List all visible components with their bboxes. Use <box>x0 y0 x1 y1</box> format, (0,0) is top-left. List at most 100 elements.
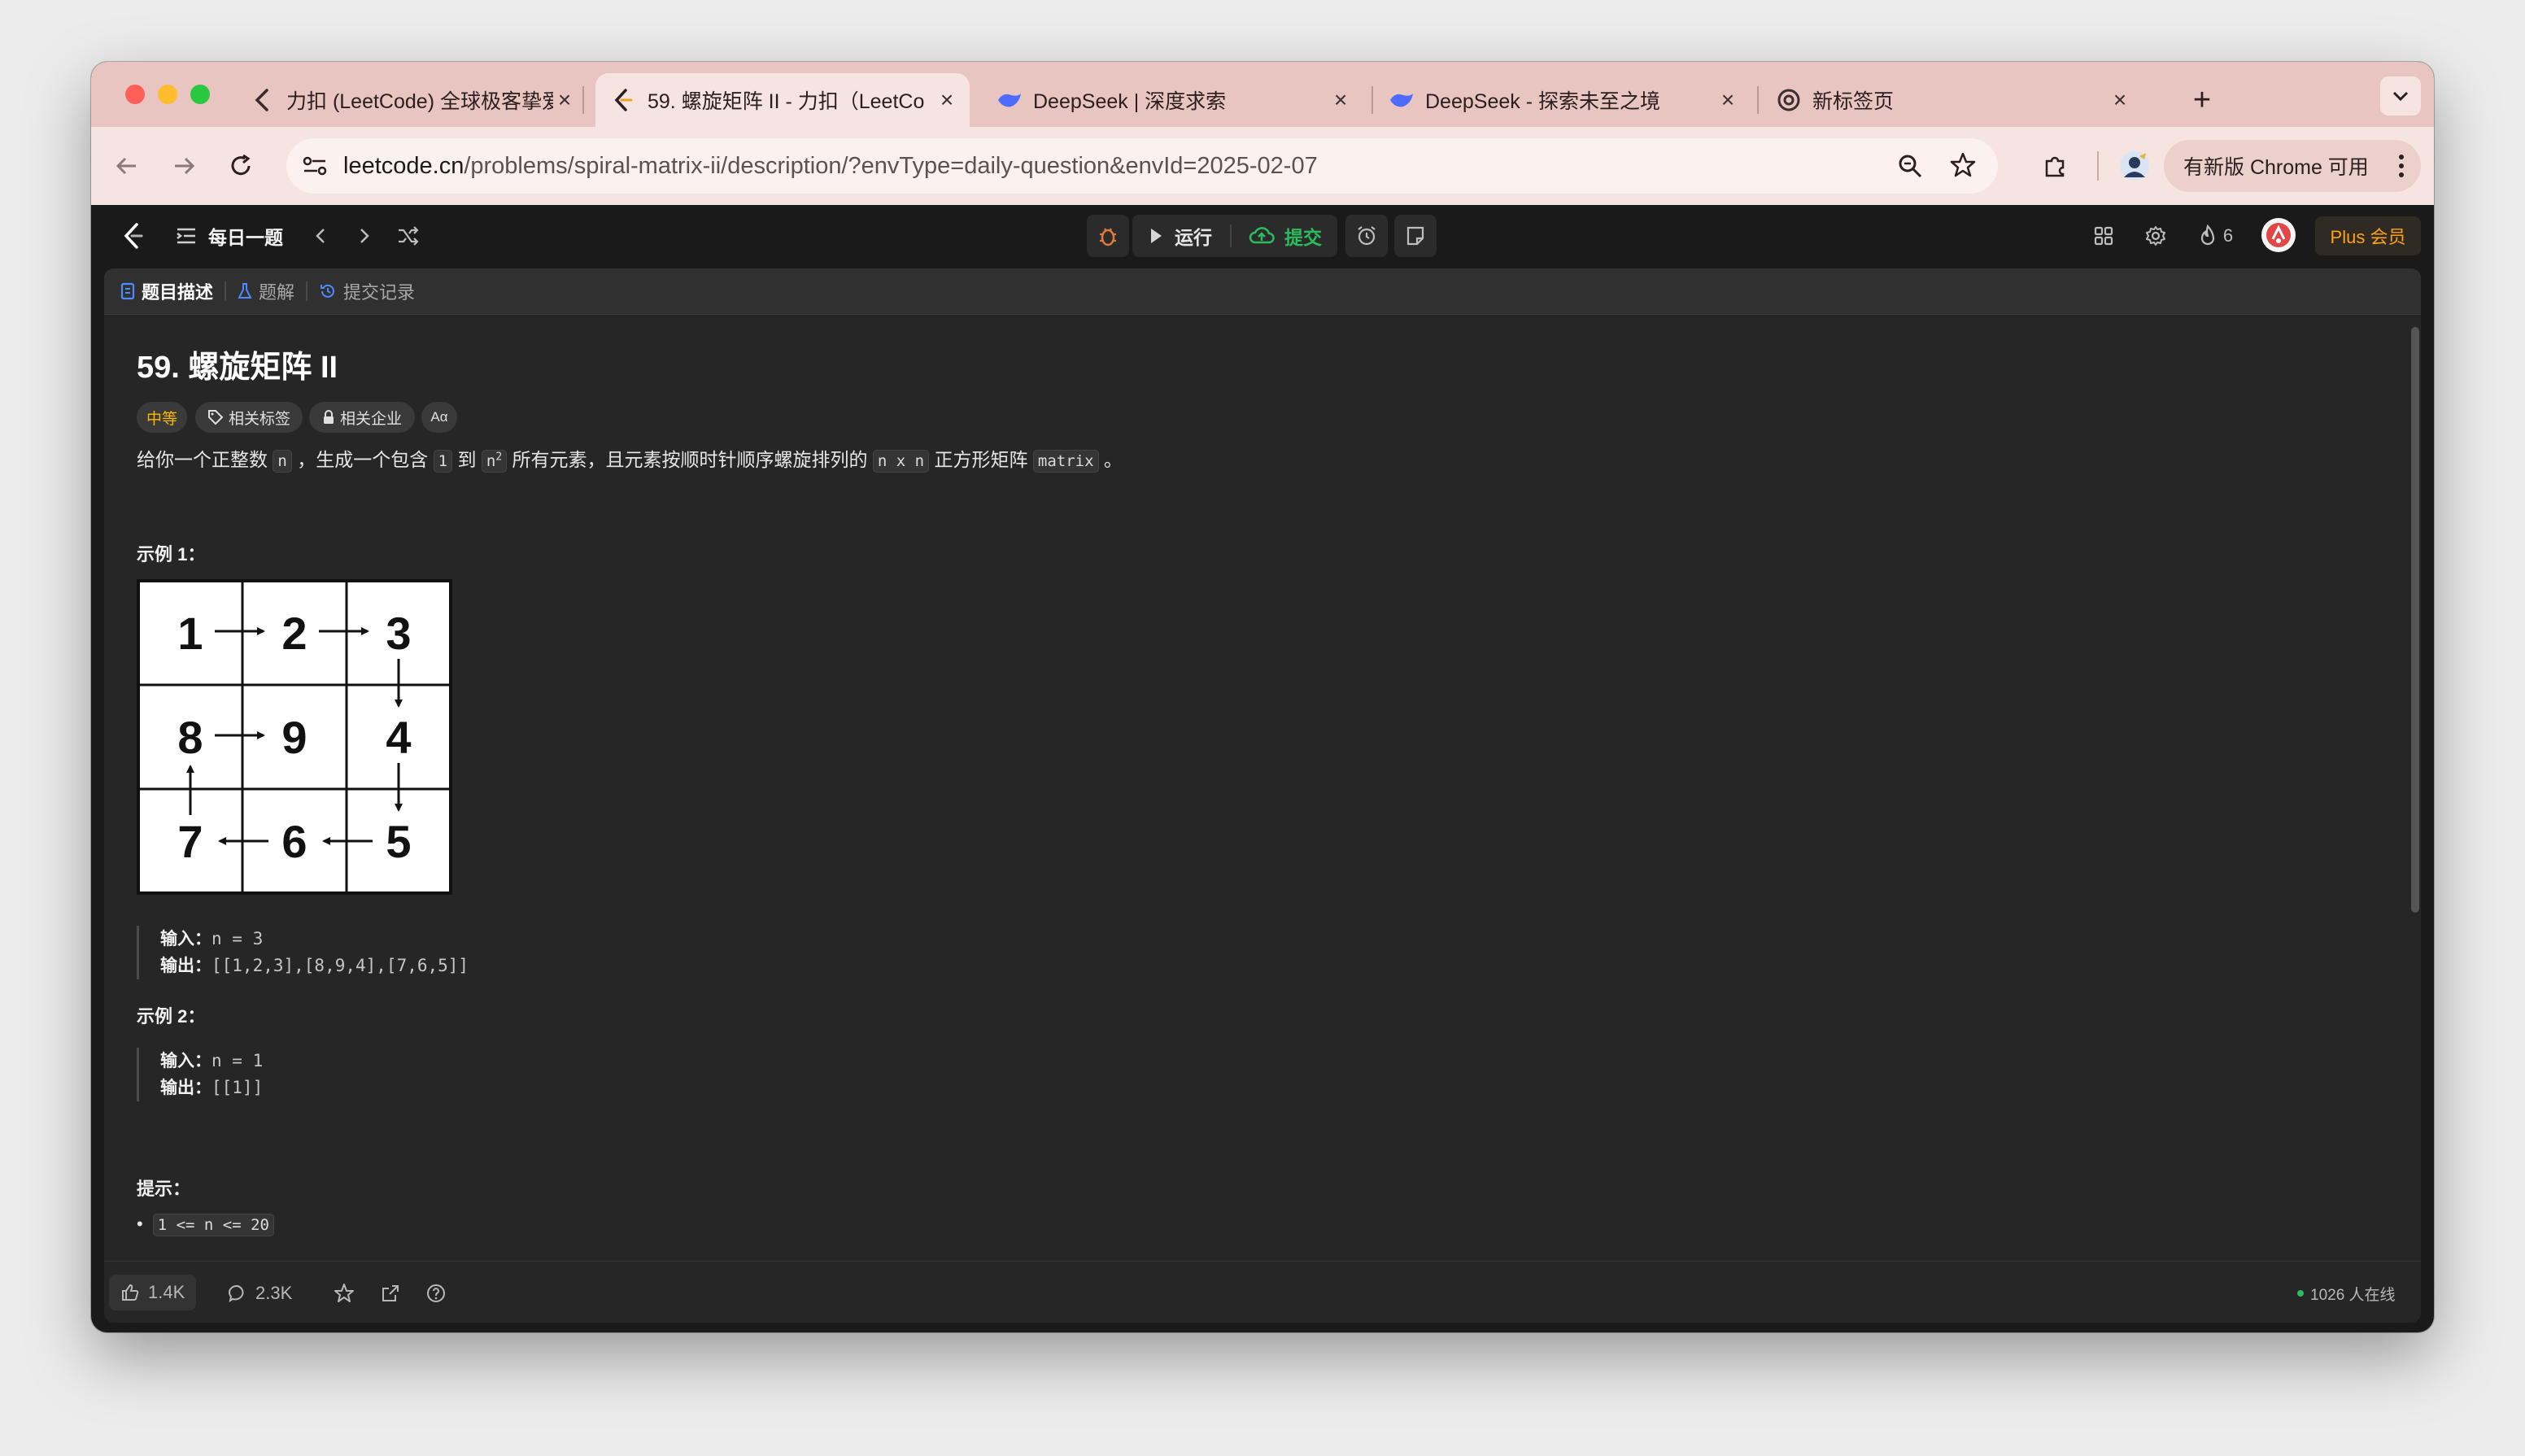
close-tab-icon[interactable]: × <box>935 87 958 113</box>
minimize-window-button[interactable] <box>158 85 177 104</box>
cloud-upload-icon <box>1249 227 1275 244</box>
related-companies-button[interactable]: 相关企业 <box>309 402 415 433</box>
zoom-icon[interactable] <box>1897 153 1923 179</box>
close-tab-icon[interactable]: × <box>1716 87 1739 113</box>
leetcode-logo-icon[interactable] <box>117 220 150 252</box>
tab-description[interactable]: 题目描述 <box>120 268 213 314</box>
debug-button[interactable] <box>1087 215 1129 257</box>
next-problem-button[interactable] <box>348 220 381 252</box>
arrow-left-icon <box>116 157 136 175</box>
tab-divider <box>225 281 227 301</box>
panel-scrollbar[interactable] <box>2411 327 2419 913</box>
avatar-icon <box>2266 223 2291 247</box>
browser-tab-3[interactable]: DeepSeek | 深度求索 × <box>981 73 1363 127</box>
chevron-left-icon <box>316 229 325 243</box>
bullet: • <box>137 1214 143 1234</box>
run-button[interactable]: 运行 <box>1132 215 1228 257</box>
profile-avatar[interactable] <box>2115 146 2154 185</box>
url-text: leetcode.cn/problems/spiral-matrix-ii/de… <box>343 153 1318 180</box>
like-button[interactable]: 1.4K <box>109 1275 197 1310</box>
chevron-down-icon <box>2392 91 2409 102</box>
matrix-cell: 9 <box>281 711 307 763</box>
chrome-update-button[interactable]: 有新版 Chrome 可用 <box>2164 140 2421 192</box>
leetcode-icon <box>610 86 638 114</box>
back-button[interactable] <box>107 146 146 185</box>
deepseek-icon <box>996 86 1023 114</box>
bookmark-star-icon[interactable] <box>1949 151 1977 179</box>
tab-strip: 力扣 (LeetCode) 全球极客挚爱 × 59. 螺旋矩阵 II - 力扣（… <box>91 62 2434 127</box>
note-icon <box>1404 225 1427 247</box>
star-icon <box>334 1284 354 1302</box>
browser-window: 力扣 (LeetCode) 全球极客挚爱 × 59. 螺旋矩阵 II - 力扣（… <box>91 62 2434 1332</box>
url-domain: leetcode.cn <box>343 152 464 179</box>
share-button[interactable] <box>381 1278 400 1309</box>
example-2-heading: 示例 2： <box>137 1006 206 1027</box>
matrix-cell: 7 <box>177 815 203 867</box>
example-2-block: 输入：n = 1 输出：[[1]] <box>137 1048 648 1101</box>
layout-button[interactable] <box>2087 220 2120 252</box>
list-icon <box>177 228 195 244</box>
comment-icon <box>229 1284 244 1303</box>
close-tab-icon[interactable]: × <box>2109 87 2131 113</box>
comments-button[interactable]: 2.3K <box>228 1278 292 1309</box>
example-1-heading: 示例 1： <box>137 544 206 565</box>
forward-button[interactable] <box>164 146 203 185</box>
spiral-matrix-figure: 1 2 3 8 9 4 7 6 5 <box>137 579 452 895</box>
problem-description: 给你一个正整数 n ，生成一个包含 1 到 n2 所有元素，且元素按顺时针顺序螺… <box>137 444 1123 473</box>
share-icon <box>382 1285 399 1301</box>
site-info-icon[interactable] <box>301 154 329 178</box>
difficulty-badge: 中等 <box>137 402 187 433</box>
leetcode-icon <box>249 86 277 114</box>
problem-list-button[interactable]: 每日一题 <box>176 220 283 252</box>
reload-button[interactable] <box>221 146 260 185</box>
settings-button[interactable] <box>2139 220 2172 252</box>
new-tab-button[interactable]: + <box>2182 73 2222 127</box>
close-tab-icon[interactable]: × <box>553 87 576 113</box>
browser-tab-1[interactable]: 力扣 (LeetCode) 全球极客挚爱 × <box>234 73 576 127</box>
help-circle-icon <box>427 1284 445 1302</box>
flask-icon <box>238 283 252 299</box>
run-submit-divider <box>1230 225 1232 247</box>
close-tab-icon[interactable]: × <box>1329 87 1352 113</box>
maximize-window-button[interactable] <box>190 85 210 104</box>
tab-submissions[interactable]: 提交记录 <box>319 268 415 314</box>
more-vertical-icon <box>2398 154 2405 178</box>
reload-icon <box>231 154 251 176</box>
grid-layout-icon <box>2094 226 2113 246</box>
user-avatar[interactable] <box>2261 218 2296 252</box>
puzzle-icon <box>2045 156 2065 177</box>
matrix-cell: 5 <box>386 815 412 867</box>
font-toggle-button[interactable]: Aα <box>421 402 457 433</box>
document-icon <box>120 282 135 300</box>
example-1-block: 输入：n = 3 输出：[[1,2,3],[8,9,4],[7,6,5]] <box>137 926 648 979</box>
random-problem-button[interactable] <box>390 220 426 252</box>
matrix-cell: 3 <box>386 607 412 659</box>
shuffle-icon <box>399 226 419 246</box>
tab-separator <box>582 86 584 114</box>
extensions-button[interactable] <box>2035 146 2074 185</box>
hints-heading: 提示： <box>137 1179 191 1199</box>
help-button[interactable] <box>426 1278 446 1309</box>
notes-button[interactable] <box>1394 215 1437 257</box>
inline-code: n <box>273 450 292 473</box>
leetcode-header: 每日一题 运行 提交 6 Plus 会员 <box>91 205 2434 268</box>
tab-solutions[interactable]: 题解 <box>238 268 294 314</box>
tab-search-button[interactable] <box>2380 76 2421 116</box>
inline-code: n2 <box>481 450 508 473</box>
close-window-button[interactable] <box>125 85 145 104</box>
related-tags-button[interactable]: 相关标签 <box>195 402 303 433</box>
address-bar[interactable]: leetcode.cn/problems/spiral-matrix-ii/de… <box>286 138 1998 194</box>
timer-button[interactable] <box>1345 215 1388 257</box>
tab-separator <box>1757 86 1759 114</box>
browser-tab-2[interactable]: 59. 螺旋矩阵 II - 力扣（LeetCo × <box>595 73 970 127</box>
browser-tab-5[interactable]: 新标签页 × <box>1760 73 2143 127</box>
plus-membership-button[interactable]: Plus 会员 <box>2315 216 2421 255</box>
chrome-icon <box>1775 86 1803 114</box>
prev-problem-button[interactable] <box>304 220 337 252</box>
browser-tab-4[interactable]: DeepSeek - 探索未至之境 × <box>1373 73 1751 127</box>
inline-code: matrix <box>1032 450 1099 473</box>
favorite-button[interactable] <box>334 1278 355 1309</box>
example-1-input: 输入：n = 3 <box>160 929 264 948</box>
streak-counter[interactable]: 6 <box>2193 220 2239 252</box>
submit-button[interactable]: 提交 <box>1233 215 1337 257</box>
